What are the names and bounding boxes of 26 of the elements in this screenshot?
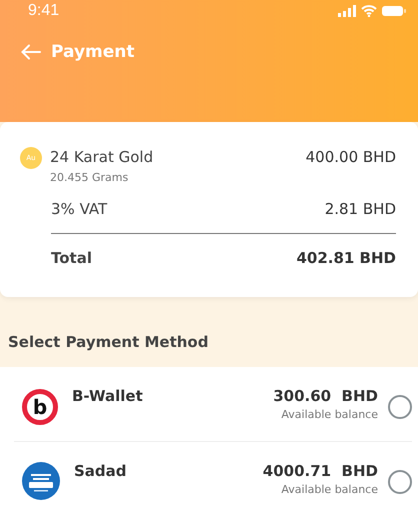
wifi-icon: [361, 5, 377, 17]
total-label: Total: [51, 249, 92, 267]
vat-amount: 2.81 BHD: [324, 200, 396, 218]
balance-label: Available balance: [281, 408, 378, 421]
balance-amount: 300.60 BHD: [273, 387, 378, 405]
balance-label: Available balance: [281, 483, 378, 496]
radio-button[interactable]: [388, 395, 412, 419]
radio-button[interactable]: [388, 470, 412, 494]
battery-icon: [382, 5, 406, 17]
payment-method-item[interactable]: Sadad 4000.71 BHD Available balance: [14, 442, 412, 516]
balance-amount: 4000.71 BHD: [262, 462, 378, 480]
vat-label: 3% VAT: [51, 200, 108, 218]
method-name: B-Wallet: [72, 387, 143, 405]
method-name: Sadad: [74, 462, 127, 480]
wallet-logo: b: [22, 389, 58, 425]
section-title: Select Payment Method: [7, 332, 210, 353]
page-title: Payment: [51, 42, 135, 62]
sadad-logo-icon: [22, 462, 60, 500]
back-arrow-icon[interactable]: [21, 44, 41, 60]
signal-icon: [338, 5, 356, 17]
item-name: 24 Karat Gold: [50, 148, 154, 166]
item-weight: 20.455 Grams: [50, 171, 130, 184]
item-amount: 400.00 BHD: [306, 148, 396, 166]
total-amount: 402.81 BHD: [296, 249, 396, 267]
payment-method-item[interactable]: b B-Wallet 300.60 BHD Available balance: [14, 367, 412, 441]
status-time: 9:41: [28, 2, 60, 20]
